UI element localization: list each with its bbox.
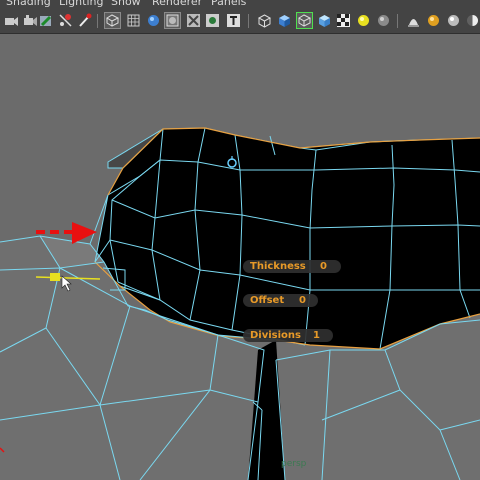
bookmark-icon[interactable] [37, 12, 54, 29]
wireframe-icon[interactable] [125, 12, 142, 29]
perspective-viewport[interactable]: Thickness 0 Offset 0 Divisions 1 persp [0, 34, 480, 480]
shadows-icon[interactable] [375, 12, 392, 29]
wireframe-on-shaded-icon[interactable] [256, 12, 273, 29]
default-material-icon[interactable] [164, 12, 181, 29]
hud-offset-label: Offset [250, 295, 285, 306]
hud-divisions[interactable]: Divisions 1 [243, 329, 333, 342]
isolate-select-icon[interactable] [296, 12, 313, 29]
hud-divisions-label: Divisions [250, 330, 301, 341]
text-icon[interactable] [225, 12, 242, 29]
hud-thickness[interactable]: Thickness 0 [243, 260, 341, 273]
mesh-scene [0, 34, 480, 480]
depth-of-field-icon[interactable] [464, 12, 480, 29]
menu-bar: Shading Lighting Show Renderer Panels [0, 0, 480, 8]
menu-renderer[interactable]: Renderer [152, 0, 202, 8]
select-camera-icon[interactable] [3, 12, 20, 29]
menu-shading[interactable]: Shading [6, 0, 51, 8]
anti-alias-icon[interactable] [445, 12, 462, 29]
grid-icon[interactable] [76, 12, 93, 29]
motion-blur-icon[interactable] [425, 12, 442, 29]
default-light-icon[interactable] [355, 12, 372, 29]
image-plane-icon[interactable] [57, 12, 74, 29]
textured-icon[interactable] [185, 12, 202, 29]
smooth-shade-icon[interactable] [145, 12, 162, 29]
hud-thickness-value[interactable]: 0 [320, 260, 327, 273]
camera-name-label: persp [281, 459, 307, 469]
panel-toolbar [0, 8, 480, 34]
backface-icon[interactable] [316, 12, 333, 29]
hud-thickness-label: Thickness [250, 261, 306, 272]
film-gate-icon[interactable] [104, 12, 121, 29]
xray-joints-icon[interactable] [204, 12, 221, 29]
hud-offset-value[interactable]: 0 [299, 294, 306, 307]
ambient-occlusion-icon[interactable] [405, 12, 422, 29]
menu-lighting[interactable]: Lighting [59, 0, 103, 8]
xray-icon[interactable] [276, 12, 293, 29]
menu-panels[interactable]: Panels [211, 0, 246, 8]
menu-show[interactable]: Show [111, 0, 141, 8]
hud-divisions-value[interactable]: 1 [313, 329, 320, 342]
hud-offset[interactable]: Offset 0 [243, 294, 318, 307]
checker-icon[interactable] [335, 12, 352, 29]
